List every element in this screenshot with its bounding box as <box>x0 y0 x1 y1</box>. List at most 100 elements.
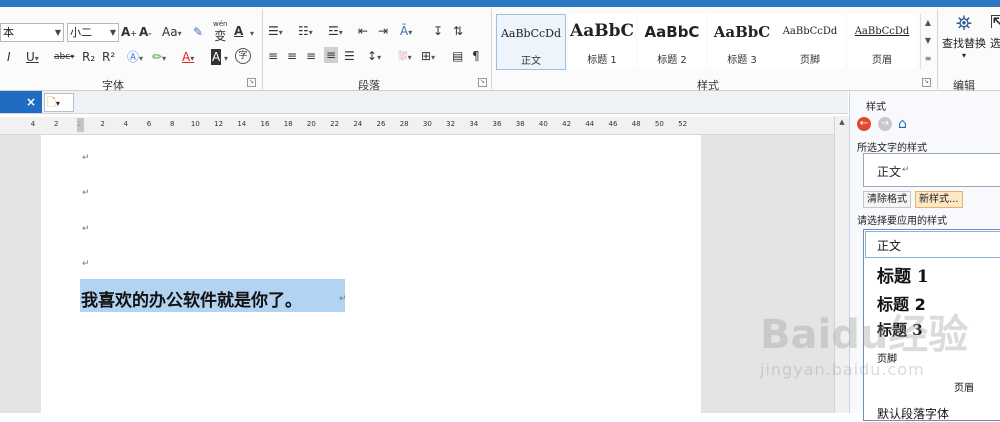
ruler-tick-label: 38 <box>515 120 525 128</box>
ruler-tick-label: 42 <box>562 120 572 128</box>
ruler-tick-label: 46 <box>608 120 618 128</box>
pilcrow-icon[interactable]: ¶ <box>472 48 480 64</box>
paragraph-mark: ↵ <box>902 165 910 175</box>
ruler-tick-label: 34 <box>469 120 479 128</box>
shading-icon[interactable]: ⛆▾ <box>398 48 412 66</box>
borders-icon[interactable]: ⊞▾ <box>421 48 435 66</box>
style-list-item[interactable]: 标题 1 <box>877 262 929 287</box>
more-styles-icon[interactable]: ≡ <box>921 50 935 68</box>
sort-icon[interactable]: ↧ <box>433 23 443 39</box>
styles-scroll[interactable]: ▲ ▼ ≡ <box>920 14 935 69</box>
ruler-tick-label: 6 <box>146 120 152 128</box>
align-left-icon[interactable]: ≡ <box>268 48 278 64</box>
find-replace-button[interactable]: ⛯ 查找替换 ▾ <box>940 11 988 71</box>
watermark-brand: Baidu经验 <box>760 312 969 358</box>
ruler-tick-label: 48 <box>631 120 641 128</box>
chevron-down-icon[interactable]: ▼ <box>921 32 935 50</box>
numbering-icon[interactable]: ☷▾ <box>298 23 313 41</box>
line-spacing-icon[interactable]: ↕▾ <box>367 48 381 66</box>
ruler-tick-label: 2 <box>53 120 59 128</box>
char-background-dropdown-icon[interactable]: ▾ <box>224 49 228 67</box>
font-dialog-launcher-icon[interactable]: ↘ <box>247 78 256 87</box>
current-style-value: 正文 <box>877 165 902 179</box>
style-list-item[interactable]: 正文 <box>877 237 901 254</box>
find-replace-label: 查找替换 <box>942 37 986 50</box>
ruler-tick-label: 2 <box>100 120 105 128</box>
align-right-icon[interactable]: ≡ <box>306 48 316 64</box>
italic-button[interactable]: I <box>7 49 11 65</box>
char-shading-dropdown-icon[interactable]: ▾ <box>250 24 254 42</box>
selected-text: 我喜欢的办公软件就是你了。 <box>81 291 302 311</box>
increase-indent-icon[interactable]: ⇥ <box>378 23 388 39</box>
underline-button[interactable]: U▾ <box>26 49 39 67</box>
font-name-select[interactable]: 本 ▼ <box>0 23 64 42</box>
chevron-down-icon: ▼ <box>109 28 116 37</box>
justify-icon[interactable]: ≡ <box>324 47 339 63</box>
char-shading-button[interactable]: A <box>234 23 243 39</box>
strikethrough-button[interactable]: abc▾ <box>54 49 74 65</box>
phonetic-top: wén <box>213 20 228 28</box>
styles-dialog-launcher-icon[interactable]: ↘ <box>922 78 931 87</box>
enclose-char-button[interactable]: 字 <box>235 48 251 64</box>
italic-label: I <box>7 50 11 64</box>
style-card-heading3[interactable]: AaBbC 标题 3 <box>708 14 776 68</box>
phonetic-guide-button[interactable]: wén 变 <box>213 20 227 44</box>
superscript-button[interactable]: R² <box>102 49 115 65</box>
ruler-tick-label: 14 <box>237 120 247 128</box>
grow-font-button[interactable]: A+ <box>121 24 137 42</box>
subscript-label: R₂ <box>82 50 96 64</box>
forward-arrow-icon[interactable]: → <box>878 117 892 131</box>
ruler-tick-label: 52 <box>678 120 688 128</box>
ruler-tick-label: 10 <box>190 120 200 128</box>
select-button[interactable]: ⇱ 选 <box>990 11 1000 61</box>
change-case-button[interactable]: Aa▾ <box>162 24 182 42</box>
group-divider <box>491 9 492 89</box>
style-card-heading2[interactable]: AaBbC 标题 2 <box>638 14 706 68</box>
style-list-item[interactable]: 默认段落字体 <box>877 405 949 422</box>
style-card-normal[interactable]: AaBbCcDd 正文 <box>496 14 566 70</box>
paragraph-mark: ↵ <box>82 153 90 163</box>
enclose-char-label: 字 <box>238 51 248 61</box>
paragraph-mark: ↵ <box>82 259 90 269</box>
bullets-icon[interactable]: ☰▾ <box>268 23 283 41</box>
indent-marker-icon[interactable] <box>77 118 84 132</box>
show-hide-marks-icon[interactable]: ⇅ <box>453 23 463 39</box>
close-icon[interactable]: × <box>26 95 36 109</box>
horizontal-ruler[interactable]: 4222468101214161820222426283032343638404… <box>0 117 840 135</box>
font-size-select[interactable]: 小二 ▼ <box>67 23 119 42</box>
char-background-icon[interactable]: A <box>211 49 222 65</box>
style-card-footer[interactable]: AaBbCcDd 页脚 <box>776 14 844 68</box>
clear-format-icon[interactable]: ✎ <box>193 24 203 40</box>
highlight-icon[interactable]: ✏▾ <box>152 49 166 67</box>
multilevel-list-icon[interactable]: ☲▾ <box>328 23 343 41</box>
char-shading-label: A <box>234 24 244 38</box>
text-effect-icon[interactable]: Ⓐ▾ <box>127 49 143 67</box>
ruler-tick-label: 28 <box>399 120 409 128</box>
subscript-button[interactable]: R₂ <box>82 49 95 65</box>
ruler-tick-label: 16 <box>260 120 270 128</box>
chevron-down-icon: ▾ <box>55 99 60 108</box>
style-preview: AaBbCcDd <box>782 26 838 37</box>
shrink-font-button[interactable]: A- <box>139 24 152 42</box>
clear-format-button[interactable]: 清除格式 <box>863 191 911 208</box>
new-style-button[interactable]: 新样式... <box>915 191 963 208</box>
chevron-up-icon[interactable]: ▲ <box>921 14 935 32</box>
align-center-icon[interactable]: ≡ <box>287 48 297 64</box>
baidu-watermark: Baidu经验 jingyan.baidu.com <box>760 302 990 392</box>
chevron-up-icon[interactable]: ▲ <box>835 116 849 128</box>
style-card-header[interactable]: AaBbCcDd 页眉 <box>848 14 916 68</box>
paragraph-mark: ↵ <box>82 188 90 198</box>
back-arrow-icon[interactable]: ← <box>857 117 871 131</box>
style-card-heading1[interactable]: AaBbC 标题 1 <box>568 14 636 68</box>
decrease-indent-icon[interactable]: ⇤ <box>358 23 368 39</box>
document-tab[interactable]: × <box>0 91 42 113</box>
table-icon[interactable]: ▤ <box>452 48 463 64</box>
document-page[interactable] <box>41 135 701 413</box>
new-doc-button[interactable]: 🗋▾ <box>44 93 74 112</box>
home-icon[interactable]: ⌂ <box>898 116 907 132</box>
text-selection[interactable]: 我喜欢的办公软件就是你了。 <box>80 279 345 312</box>
chinese-layout-icon[interactable]: Ā▾ <box>400 23 412 41</box>
paragraph-dialog-launcher-icon[interactable]: ↘ <box>478 78 487 87</box>
distributed-icon[interactable]: ☰ <box>344 48 355 64</box>
font-color-button[interactable]: A▾ <box>182 49 194 67</box>
